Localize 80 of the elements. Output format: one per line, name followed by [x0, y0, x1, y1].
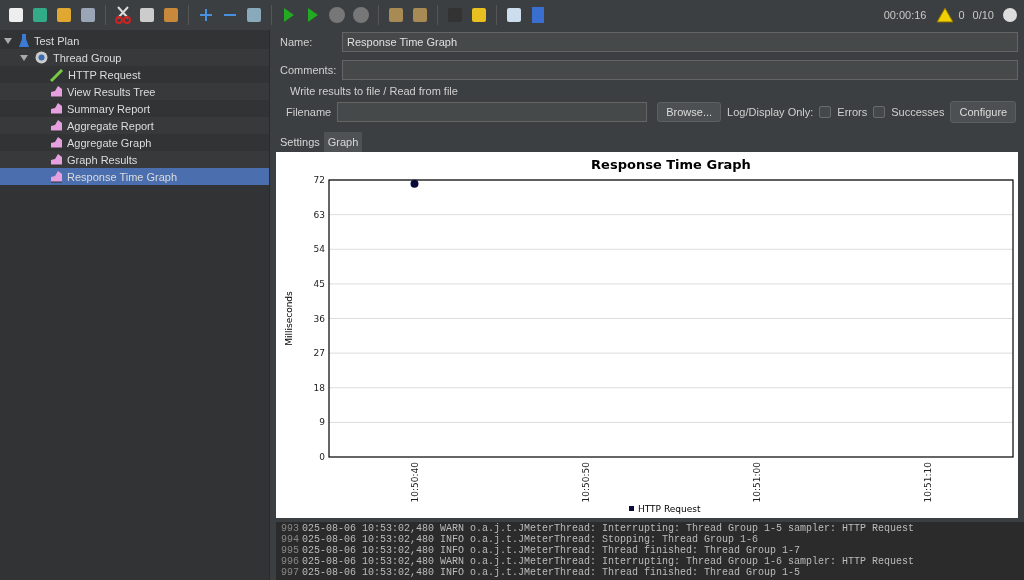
tree-item[interactable]: Response Time Graph: [0, 168, 269, 185]
log-line: 025-08-06 10:53:02,480 WARN o.a.j.t.JMeterThread: Interrupting: Thread Group 1-5 sampler: HTTP Request: [302, 523, 915, 534]
tree-item-label: Aggregate Graph: [67, 136, 152, 149]
tab[interactable]: Settings: [276, 132, 324, 152]
y-tick-label: 63: [313, 209, 325, 220]
filename-field[interactable]: [337, 102, 648, 122]
chart-icon: [50, 102, 63, 115]
y-tick-label: 54: [313, 244, 325, 255]
stop-icon: [328, 6, 346, 24]
plus-icon: [199, 8, 213, 22]
log-display-label: Log/Display Only:: [727, 106, 814, 118]
line-number: 997: [280, 567, 300, 578]
checkbox-label: Errors: [837, 106, 868, 118]
comments-label: Comments:: [280, 64, 337, 76]
y-axis-label: Milliseconds: [284, 291, 294, 346]
tree-item-label: Thread Group: [53, 51, 122, 64]
log-line: 025-08-06 10:53:02,480 INFO o.a.j.t.JMeterThread: Thread finished: Thread Group 1-5: [302, 567, 801, 578]
chart-icon: [50, 170, 63, 183]
y-tick-label: 36: [313, 313, 325, 324]
play-icon: [283, 7, 295, 23]
elapsed-time: 00:00:16: [883, 9, 927, 21]
x-tick-label: 10:50:40: [409, 462, 420, 503]
legend-label: HTTP Request: [638, 504, 701, 514]
y-tick-label: 45: [313, 278, 325, 289]
checkbox[interactable]: [819, 106, 832, 118]
group-title: Write results to file / Read from file: [289, 85, 458, 97]
tree-item[interactable]: Thread Group: [0, 49, 269, 66]
x-tick-label: 10:51:00: [751, 462, 762, 503]
tree-item[interactable]: View Results Tree: [0, 83, 269, 100]
toolbar-button[interactable]: [113, 4, 133, 26]
name-field[interactable]: Response Time Graph: [342, 32, 1018, 52]
gear-icon: [34, 50, 49, 65]
configure-button[interactable]: Configure: [950, 101, 1017, 123]
x-tick-label: 10:51:10: [922, 462, 933, 503]
minus-icon: [223, 13, 237, 17]
browse-button[interactable]: Browse...: [657, 102, 722, 122]
flask-icon: [18, 33, 30, 48]
line-number: 996: [280, 556, 300, 567]
chart-icon: [50, 153, 63, 166]
checkbox-label: Successes: [891, 106, 945, 118]
thread-count: 0/10: [972, 9, 994, 21]
line-number: 994: [280, 534, 300, 545]
comments-field[interactable]: [342, 60, 1018, 80]
y-tick-label: 0: [319, 452, 325, 462]
tree-item-label: Summary Report: [67, 102, 151, 115]
name-label: Name:: [280, 36, 314, 48]
chart-title: Response Time Graph: [591, 157, 751, 172]
warning-icon[interactable]: [936, 7, 955, 23]
tree-item-label: Aggregate Report: [67, 119, 154, 132]
expand-arrow-icon[interactable]: [4, 37, 12, 44]
tree-item[interactable]: Graph Results: [0, 151, 269, 168]
checkbox[interactable]: [873, 106, 886, 118]
line-number: 995: [280, 545, 300, 556]
y-tick-label: 9: [319, 417, 325, 428]
chart-icon: [50, 85, 63, 98]
tree-item-label: Test Plan: [34, 34, 80, 47]
line-number: 993: [280, 523, 300, 534]
stop-icon: [352, 6, 370, 24]
log-line: 025-08-06 10:53:02,480 INFO o.a.j.t.JMeterThread: Stopping: Thread Group 1-6: [302, 534, 759, 545]
play-icon: [307, 7, 319, 23]
tree-item-label: Response Time Graph: [67, 170, 178, 183]
log-line: 025-08-06 10:53:02,480 WARN o.a.j.t.JMeterThread: Interrupting: Thread Group 1-6 sampler: HTTP Request: [302, 556, 915, 567]
tree-item[interactable]: Aggregate Report: [0, 117, 269, 134]
tree-item-label: Graph Results: [67, 153, 138, 166]
x-tick-label: 10:50:50: [580, 462, 591, 503]
scissors-icon: [115, 6, 131, 24]
log-line: 025-08-06 10:53:02,480 INFO o.a.j.t.JMeterThread: Thread finished: Thread Group 1-7: [302, 545, 801, 556]
chart-icon: [50, 119, 63, 132]
tree-item-label: View Results Tree: [67, 85, 156, 98]
tree-item-label: HTTP Request: [68, 68, 141, 81]
y-tick-label: 18: [313, 382, 325, 393]
warning-count: 0: [958, 9, 965, 21]
pipette-icon: [50, 67, 64, 82]
filename-label: Filename: [286, 106, 332, 118]
y-tick-label: 72: [313, 175, 325, 185]
legend-swatch: [629, 506, 634, 511]
tab[interactable]: Graph: [323, 132, 363, 152]
expand-arrow-icon[interactable]: [20, 54, 28, 61]
chart-icon: [50, 136, 63, 149]
y-tick-label: 27: [313, 348, 325, 359]
